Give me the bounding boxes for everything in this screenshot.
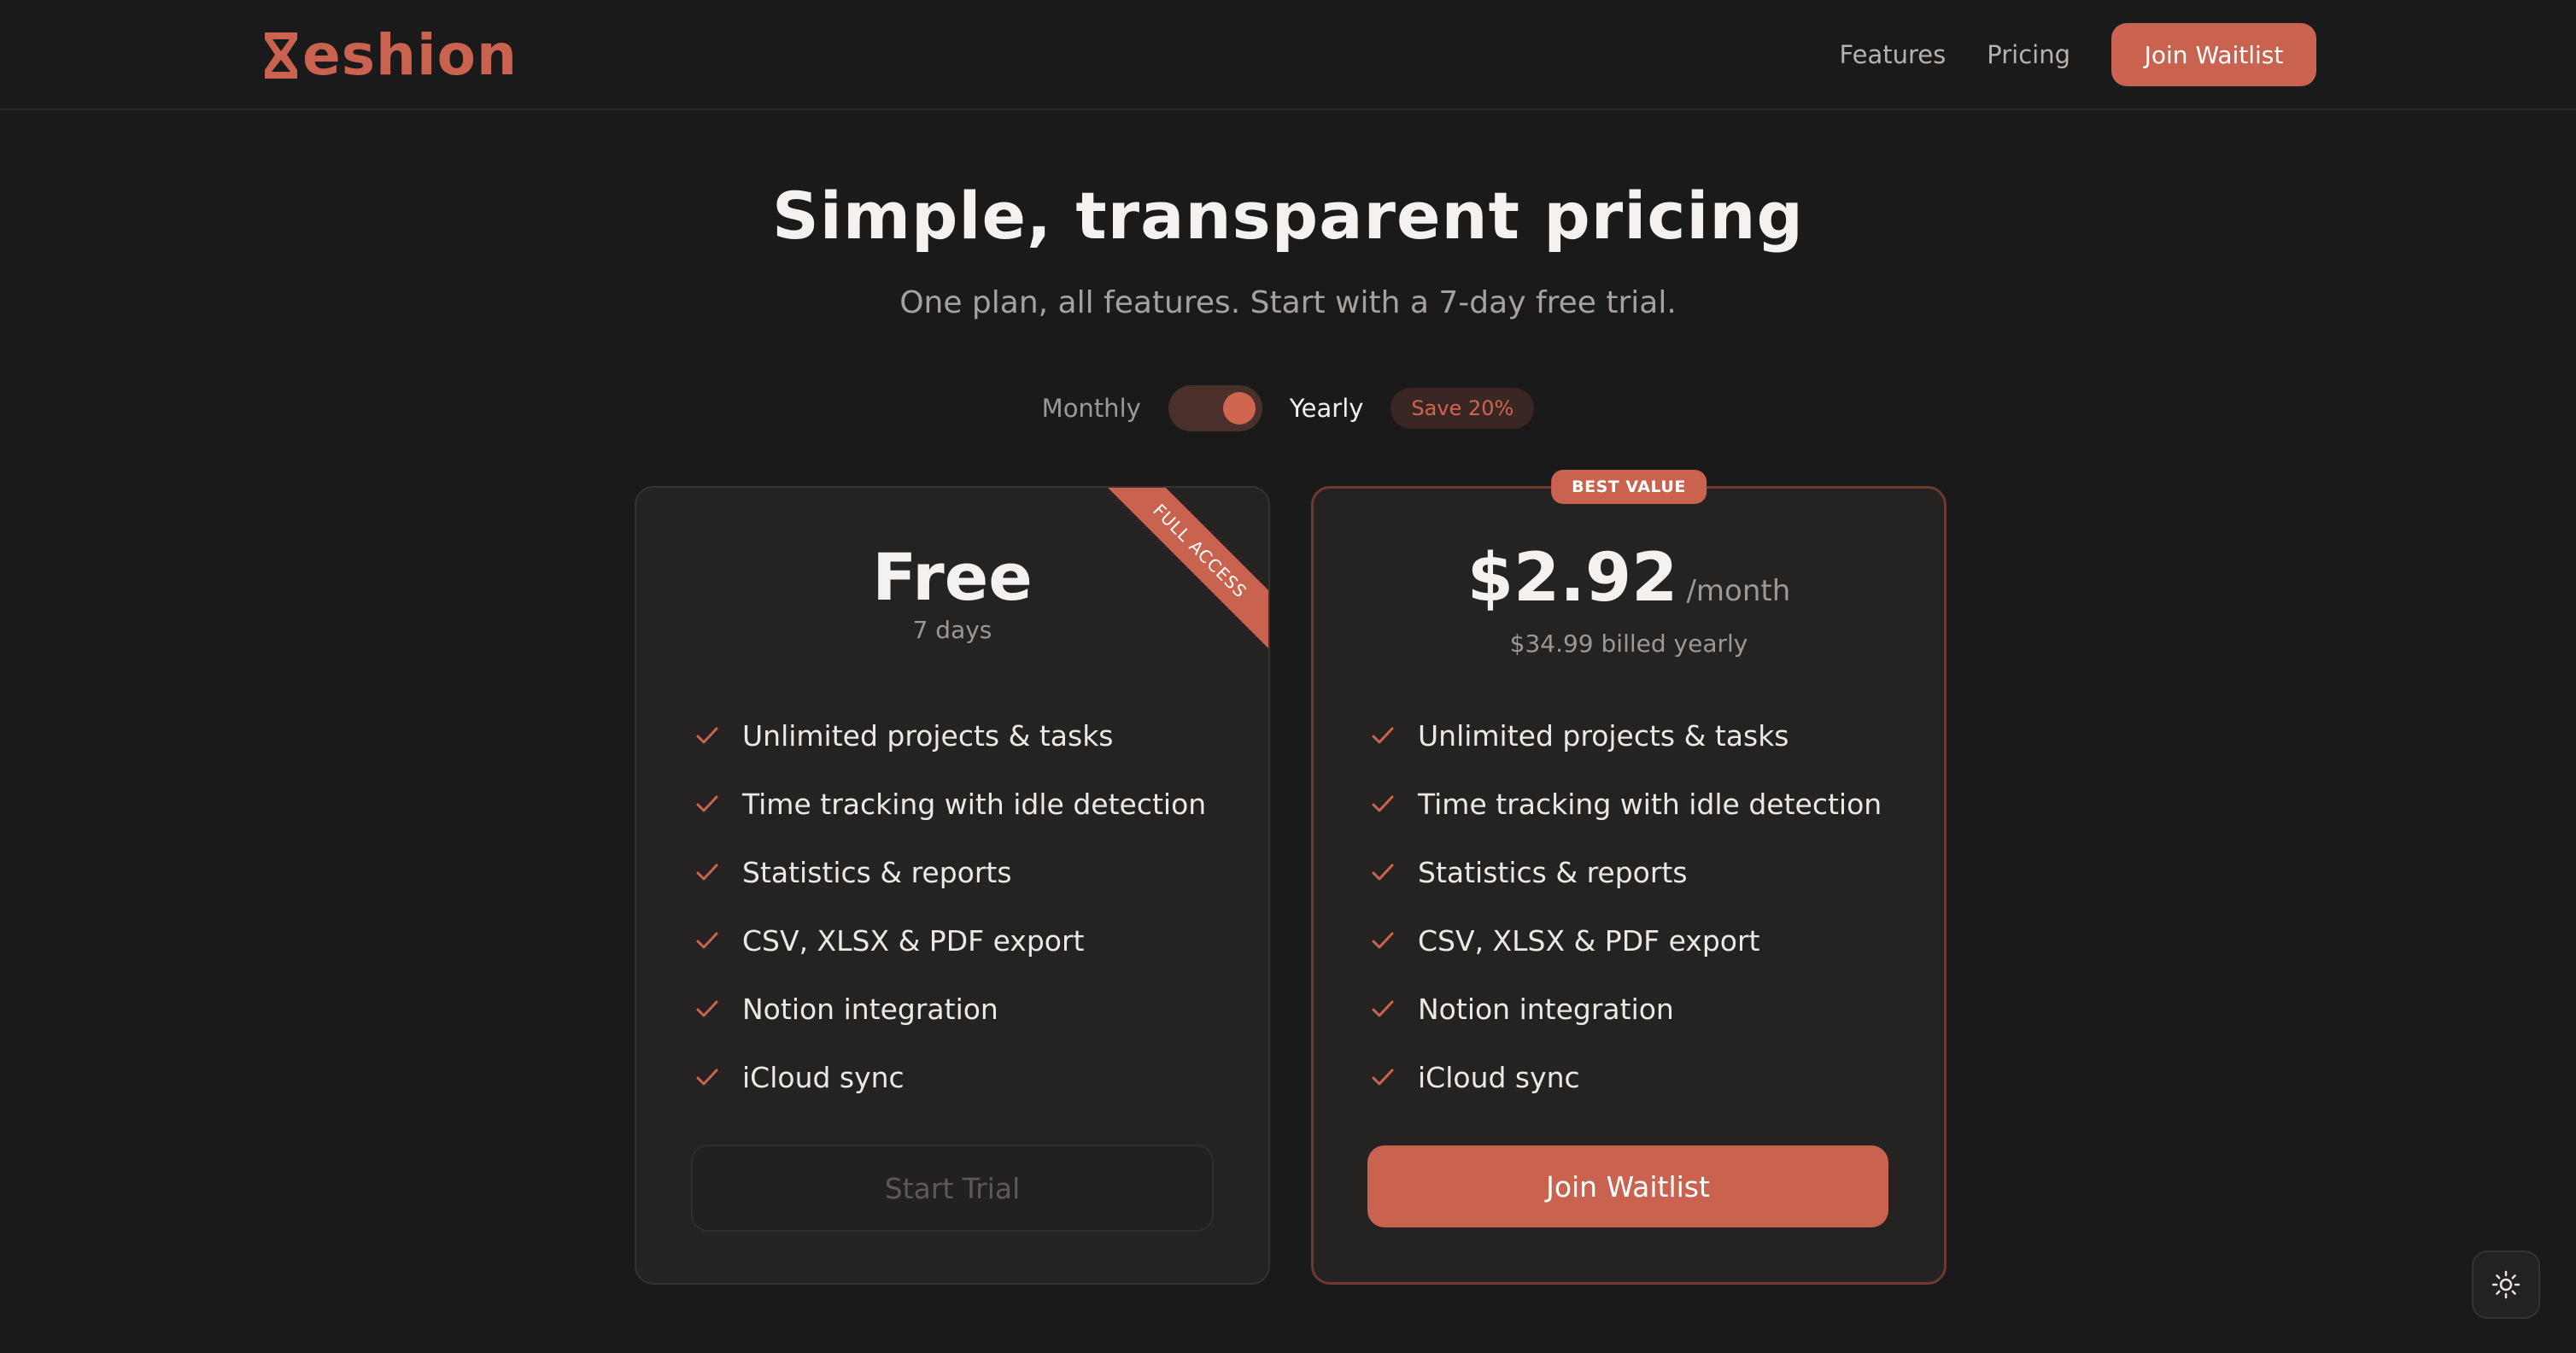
yearly-plan-header: $2.92 /month $34.99 billed yearly <box>1314 542 1944 658</box>
feature-text: Time tracking with idle detection <box>1418 787 1882 821</box>
price-period: /month <box>1686 574 1791 608</box>
feature-text: Notion integration <box>1418 992 1674 1026</box>
feature-item: Notion integration <box>1368 975 1882 1043</box>
check-icon <box>1372 864 1394 881</box>
billing-toggle[interactable] <box>1168 385 1262 431</box>
feature-item: iCloud sync <box>693 1043 1206 1111</box>
feature-text: CSV, XLSX & PDF export <box>1418 923 1760 958</box>
nav-link-pricing[interactable]: Pricing <box>1987 40 2070 69</box>
sun-icon <box>2491 1270 2520 1299</box>
page-subtitle: One plan, all features. Start with a 7-d… <box>899 285 1677 320</box>
top-navigation: eshion Features Pricing Join Waitlist <box>0 0 2576 110</box>
free-plan-name: Free <box>872 539 1033 615</box>
free-plan-card: FULL ACCESS Free 7 days Unlimited projec… <box>635 486 1270 1285</box>
check-icon <box>1372 727 1394 744</box>
check-icon <box>1372 1000 1394 1017</box>
feature-item: CSV, XLSX & PDF export <box>693 906 1206 975</box>
toggle-knob <box>1222 392 1256 425</box>
price-line: $2.92 /month <box>1314 542 1944 628</box>
billing-yearly-label[interactable]: Yearly <box>1290 394 1364 423</box>
check-icon <box>1372 932 1394 949</box>
nav-link-features[interactable]: Features <box>1840 40 1947 69</box>
feature-item: CSV, XLSX & PDF export <box>1368 906 1882 975</box>
yearly-feature-list: Unlimited projects & tasks Time tracking… <box>1368 701 1882 1111</box>
nav-join-waitlist-button[interactable]: Join Waitlist <box>2111 23 2316 86</box>
page-title: Simple, transparent pricing <box>772 178 1804 254</box>
card-join-waitlist-button[interactable]: Join Waitlist <box>1367 1145 1888 1227</box>
feature-item: Unlimited projects & tasks <box>1368 701 1882 770</box>
feature-item: Notion integration <box>693 975 1206 1043</box>
check-icon <box>696 932 718 949</box>
billing-period-switch: Monthly Yearly Save 20% <box>0 384 2576 432</box>
nav-links: Features Pricing Join Waitlist <box>1840 23 2316 86</box>
check-icon <box>696 1000 718 1017</box>
billed-yearly-note: $34.99 billed yearly <box>1509 630 1748 658</box>
yearly-plan-card: BEST VALUE $2.92 /month $34.99 billed ye… <box>1311 470 1947 1285</box>
plan-price: $2.92 <box>1467 540 1678 617</box>
feature-item: Unlimited projects & tasks <box>693 701 1206 770</box>
best-value-badge: BEST VALUE <box>1551 470 1707 504</box>
brand-logo[interactable]: eshion <box>261 26 518 85</box>
feature-item: Time tracking with idle detection <box>693 770 1206 838</box>
feature-item: Statistics & reports <box>1368 838 1882 906</box>
check-icon <box>696 795 718 812</box>
free-plan-header: Free 7 days <box>636 539 1268 645</box>
feature-text: Notion integration <box>742 992 998 1026</box>
feature-item: Statistics & reports <box>693 838 1206 906</box>
feature-text: Time tracking with idle detection <box>742 787 1207 821</box>
billing-monthly-label[interactable]: Monthly <box>1042 394 1141 423</box>
brand-name: eshion <box>302 22 518 88</box>
check-icon <box>1372 795 1394 812</box>
feature-item: Time tracking with idle detection <box>1368 770 1882 838</box>
feature-text: Unlimited projects & tasks <box>1418 718 1789 753</box>
hourglass-logo-icon <box>265 32 297 79</box>
free-plan-duration: 7 days <box>912 616 992 644</box>
save-badge: Save 20% <box>1390 388 1535 429</box>
start-trial-button[interactable]: Start Trial <box>691 1145 1214 1232</box>
feature-text: Statistics & reports <box>1418 855 1688 889</box>
check-icon <box>1372 1069 1394 1086</box>
feature-text: Unlimited projects & tasks <box>742 718 1114 753</box>
check-icon <box>696 1069 718 1086</box>
feature-text: iCloud sync <box>742 1060 905 1094</box>
feature-text: iCloud sync <box>1418 1060 1580 1094</box>
feature-text: Statistics & reports <box>742 855 1012 889</box>
check-icon <box>696 727 718 744</box>
theme-toggle-button[interactable] <box>2472 1250 2540 1319</box>
check-icon <box>696 864 718 881</box>
free-feature-list: Unlimited projects & tasks Time tracking… <box>693 701 1206 1111</box>
feature-item: iCloud sync <box>1368 1043 1882 1111</box>
feature-text: CSV, XLSX & PDF export <box>742 923 1085 958</box>
